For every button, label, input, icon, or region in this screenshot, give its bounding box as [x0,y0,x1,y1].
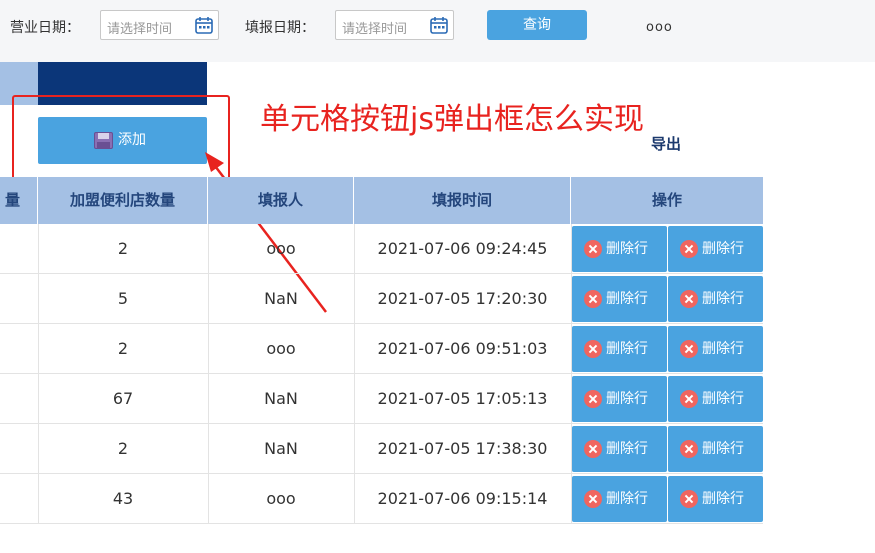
delete-row-button[interactable]: 删除行 [668,426,763,472]
delete-row-button[interactable]: 删除行 [572,276,667,322]
table-cell-reporter: ooo [266,489,296,508]
annotation-text: 单元格按钮js弹出框怎么实现 [260,102,644,137]
column-header-quantity-label: 量 [4,191,20,209]
delete-row-label: 删除行 [702,291,744,307]
report-date-label: 填报日期： [245,20,315,36]
table-cell-time: 2021-07-06 09:51:03 [377,339,548,358]
table-cell-count: 2 [117,339,129,358]
filter-bar: 营业日期： 请选择时间 填报日期： 请选择时间 查询 ooo [0,0,875,62]
table-cell-reporter: NaN [264,289,298,308]
delete-row-label: 删除行 [606,241,648,257]
close-circle-icon [680,290,698,308]
calendar-icon[interactable] [195,16,213,34]
column-header-actions: 操作 [571,177,763,224]
business-date-input[interactable]: 请选择时间 [100,10,219,40]
delete-row-button[interactable]: 删除行 [668,376,763,422]
delete-row-label: 删除行 [606,441,648,457]
table-cell-reporter: NaN [264,389,298,408]
delete-row-button[interactable]: 删除行 [572,376,667,422]
delete-row-label: 删除行 [606,491,648,507]
close-circle-icon [680,440,698,458]
delete-row-label: 删除行 [702,391,744,407]
delete-row-button[interactable]: 删除行 [668,226,763,272]
annotation-highlight-box [12,95,230,181]
delete-row-label: 删除行 [606,341,648,357]
delete-row-label: 删除行 [702,341,744,357]
delete-row-button[interactable]: 删除行 [572,326,667,372]
table-cell-reporter: ooo [266,239,296,258]
report-date-input[interactable]: 请选择时间 [335,10,454,40]
delete-row-label: 删除行 [606,291,648,307]
query-button[interactable]: 查询 [487,10,587,40]
close-circle-icon [584,340,602,358]
table-cell-time: 2021-07-05 17:05:13 [377,389,548,408]
delete-row-label: 删除行 [702,241,744,257]
close-circle-icon [584,290,602,308]
more-text: ooo [646,20,673,35]
close-circle-icon [680,340,698,358]
column-header-reporter: 填报人 [208,177,354,224]
delete-row-label: 删除行 [702,441,744,457]
column-header-report-time: 填报时间 [354,177,571,224]
delete-row-label: 删除行 [606,391,648,407]
business-date-placeholder: 请选择时间 [107,22,173,37]
delete-row-label: 删除行 [702,491,744,507]
close-circle-icon [584,490,602,508]
business-date-label: 营业日期： [10,20,80,36]
delete-row-button[interactable]: 删除行 [572,226,667,272]
close-circle-icon [584,440,602,458]
column-header-quantity: 量 [0,177,38,224]
table-cell-reporter: ooo [266,339,296,358]
table-cell-time: 2021-07-06 09:24:45 [377,239,548,258]
table-cell-count: 2 [117,239,129,258]
delete-row-button[interactable]: 删除行 [572,476,667,522]
close-circle-icon [680,490,698,508]
export-link[interactable]: 导出 [651,133,681,154]
report-date-placeholder: 请选择时间 [342,22,408,37]
close-circle-icon [680,240,698,258]
table-cell-reporter: NaN [264,439,298,458]
delete-row-button[interactable]: 删除行 [572,426,667,472]
column-header-store-count: 加盟便利店数量 [38,177,208,224]
table-cell-count: 43 [112,489,134,508]
delete-row-button[interactable]: 删除行 [668,476,763,522]
close-circle-icon [680,390,698,408]
table-cell-time: 2021-07-05 17:20:30 [377,289,548,308]
table-cell-count: 5 [117,289,129,308]
close-circle-icon [584,240,602,258]
table-cell-count: 67 [112,389,134,408]
close-circle-icon [584,390,602,408]
table-cell-time: 2021-07-05 17:38:30 [377,439,548,458]
calendar-icon[interactable] [430,16,448,34]
table-cell-time: 2021-07-06 09:15:14 [377,489,548,508]
table-cell-count: 2 [117,439,129,458]
delete-row-button[interactable]: 删除行 [668,276,763,322]
delete-row-button[interactable]: 删除行 [668,326,763,372]
